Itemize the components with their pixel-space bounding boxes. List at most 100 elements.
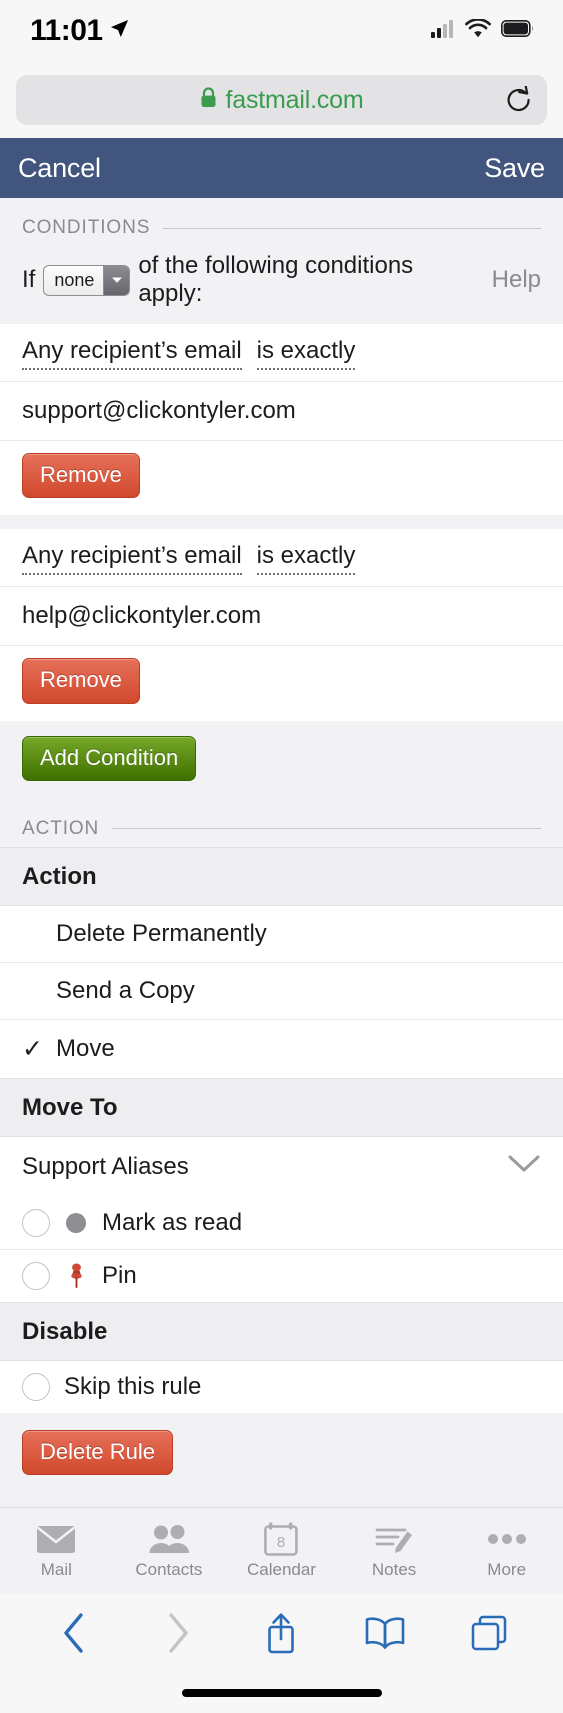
condition-selectors: Any recipient’s email is exactly [0, 529, 563, 587]
tabs-button[interactable] [463, 1607, 515, 1659]
home-indicator-area [0, 1673, 563, 1713]
checkbox[interactable] [22, 1261, 50, 1290]
flag-skip-this-rule[interactable]: Skip this rule [0, 1360, 563, 1413]
reload-icon[interactable] [505, 84, 533, 114]
status-time: 11:01 [30, 14, 103, 47]
condition-field-select[interactable]: Any recipient’s email [22, 542, 242, 576]
delete-rule-row: Delete Rule [0, 1412, 563, 1476]
bookmarks-button[interactable] [359, 1607, 411, 1659]
flag-label: Skip this rule [64, 1372, 202, 1400]
disable-group-label: Disable [0, 1301, 563, 1361]
condition-item: Any recipient’s email is exactly support… [0, 324, 563, 516]
conditions-section-header: CONDITIONS [0, 198, 563, 246]
wifi-icon [465, 18, 491, 43]
condition-operator-select[interactable]: is exactly [256, 542, 356, 576]
tab-more[interactable]: More [450, 1521, 563, 1580]
app-tab-bar: Mail Contacts 8 Calendar Notes More [0, 1507, 563, 1593]
battery-icon [501, 20, 535, 42]
back-button[interactable] [48, 1607, 100, 1659]
tab-calendar[interactable]: 8 Calendar [225, 1521, 338, 1580]
cellular-bars-icon [431, 19, 455, 43]
url-text: fastmail.com [225, 85, 364, 114]
checkbox[interactable] [22, 1372, 50, 1401]
envelope-icon [36, 1521, 76, 1557]
action-options-list: Delete Permanently Send a Copy ✓ Move [0, 905, 563, 1078]
action-section-header: ACTION [0, 799, 563, 847]
action-option-send-a-copy[interactable]: Send a Copy [0, 961, 563, 1019]
match-mode-select[interactable]: none [43, 264, 131, 296]
tab-mail[interactable]: Mail [0, 1521, 113, 1580]
save-button[interactable]: Save [484, 153, 545, 184]
condition-value-input[interactable]: support@clickontyler.com [0, 381, 563, 440]
lock-icon [200, 87, 217, 113]
condition-actions: Remove [0, 645, 563, 721]
action-group-label: Action [0, 846, 563, 906]
move-to-group-label: Move To [0, 1077, 563, 1137]
delete-rule-button[interactable]: Delete Rule [22, 1429, 173, 1476]
condition-selectors: Any recipient’s email is exactly [0, 324, 563, 381]
section-divider [163, 227, 541, 229]
pushpin-icon [64, 1263, 88, 1289]
tab-contacts[interactable]: Contacts [113, 1521, 226, 1580]
tab-label: Mail [40, 1560, 72, 1579]
calendar-day-number: 8 [277, 1534, 285, 1551]
help-link[interactable]: Help [492, 266, 541, 294]
share-button[interactable] [255, 1607, 307, 1659]
match-mode-row: If none of the following conditions appl… [0, 246, 563, 324]
app-header: Cancel Save [0, 138, 563, 198]
match-mode-value: none [54, 269, 95, 290]
checkmark-icon: ✓ [22, 1034, 43, 1063]
safari-toolbar [0, 1593, 563, 1673]
tab-label: Contacts [135, 1560, 203, 1579]
action-option-label: Delete Permanently [56, 919, 267, 947]
conditions-section-label: CONDITIONS [22, 217, 151, 238]
action-option-move[interactable]: ✓ Move [0, 1018, 563, 1078]
home-indicator[interactable] [181, 1689, 382, 1697]
add-condition-row: Add Condition [0, 720, 563, 799]
cancel-button[interactable]: Cancel [18, 153, 101, 184]
browser-url-bar: fastmail.com [0, 62, 563, 138]
section-divider [112, 828, 541, 830]
people-icon [148, 1521, 190, 1557]
ellipsis-icon [487, 1521, 527, 1557]
flag-pin[interactable]: Pin [0, 1248, 563, 1302]
action-flags-list: Mark as read Pin [0, 1196, 563, 1302]
action-option-delete-permanently[interactable]: Delete Permanently [0, 905, 563, 962]
if-prefix-label: If [22, 266, 36, 293]
tab-label: More [487, 1560, 527, 1579]
remove-condition-button[interactable]: Remove [22, 453, 140, 499]
condition-item: Any recipient’s email is exactly help@cl… [0, 529, 563, 721]
tab-label: Notes [371, 1560, 417, 1579]
gray-dot-icon [64, 1212, 88, 1233]
notes-pencil-icon [374, 1521, 414, 1557]
if-suffix-label: of the following conditions apply: [138, 252, 414, 307]
phone-screen: 11:01 fastmail.com Cancel Save CONDITION… [0, 0, 563, 1713]
tab-notes[interactable]: Notes [338, 1521, 451, 1580]
chevron-down-icon [103, 265, 130, 295]
condition-field-select[interactable]: Any recipient’s email [22, 337, 242, 370]
status-bar-left: 11:01 [30, 14, 129, 48]
action-option-label: Move [56, 1034, 115, 1062]
flag-label: Mark as read [102, 1208, 243, 1236]
condition-operator-select[interactable]: is exactly [256, 337, 356, 370]
chevron-down-icon [507, 1154, 541, 1179]
disable-list: Skip this rule [0, 1360, 563, 1413]
status-bar: 11:01 [0, 0, 563, 62]
status-bar-right [431, 18, 535, 43]
checkbox[interactable] [22, 1208, 50, 1237]
add-condition-button[interactable]: Add Condition [22, 735, 197, 781]
url-input[interactable]: fastmail.com [16, 75, 547, 125]
location-arrow-icon [110, 19, 129, 43]
tab-label: Calendar [246, 1560, 316, 1579]
flag-label: Pin [102, 1261, 137, 1289]
move-to-folder-value: Support Aliases [22, 1152, 189, 1180]
action-section-label: ACTION [22, 817, 100, 839]
condition-value-input[interactable]: help@clickontyler.com [0, 586, 563, 646]
move-to-folder-picker[interactable]: Support Aliases [0, 1136, 563, 1197]
condition-actions: Remove [0, 440, 563, 516]
flag-mark-as-read[interactable]: Mark as read [0, 1196, 563, 1249]
rule-editor-form: CONDITIONS If none of the following cond… [0, 198, 563, 1507]
forward-button[interactable] [152, 1607, 204, 1659]
remove-condition-button[interactable]: Remove [22, 658, 140, 704]
section-gap [0, 515, 563, 530]
